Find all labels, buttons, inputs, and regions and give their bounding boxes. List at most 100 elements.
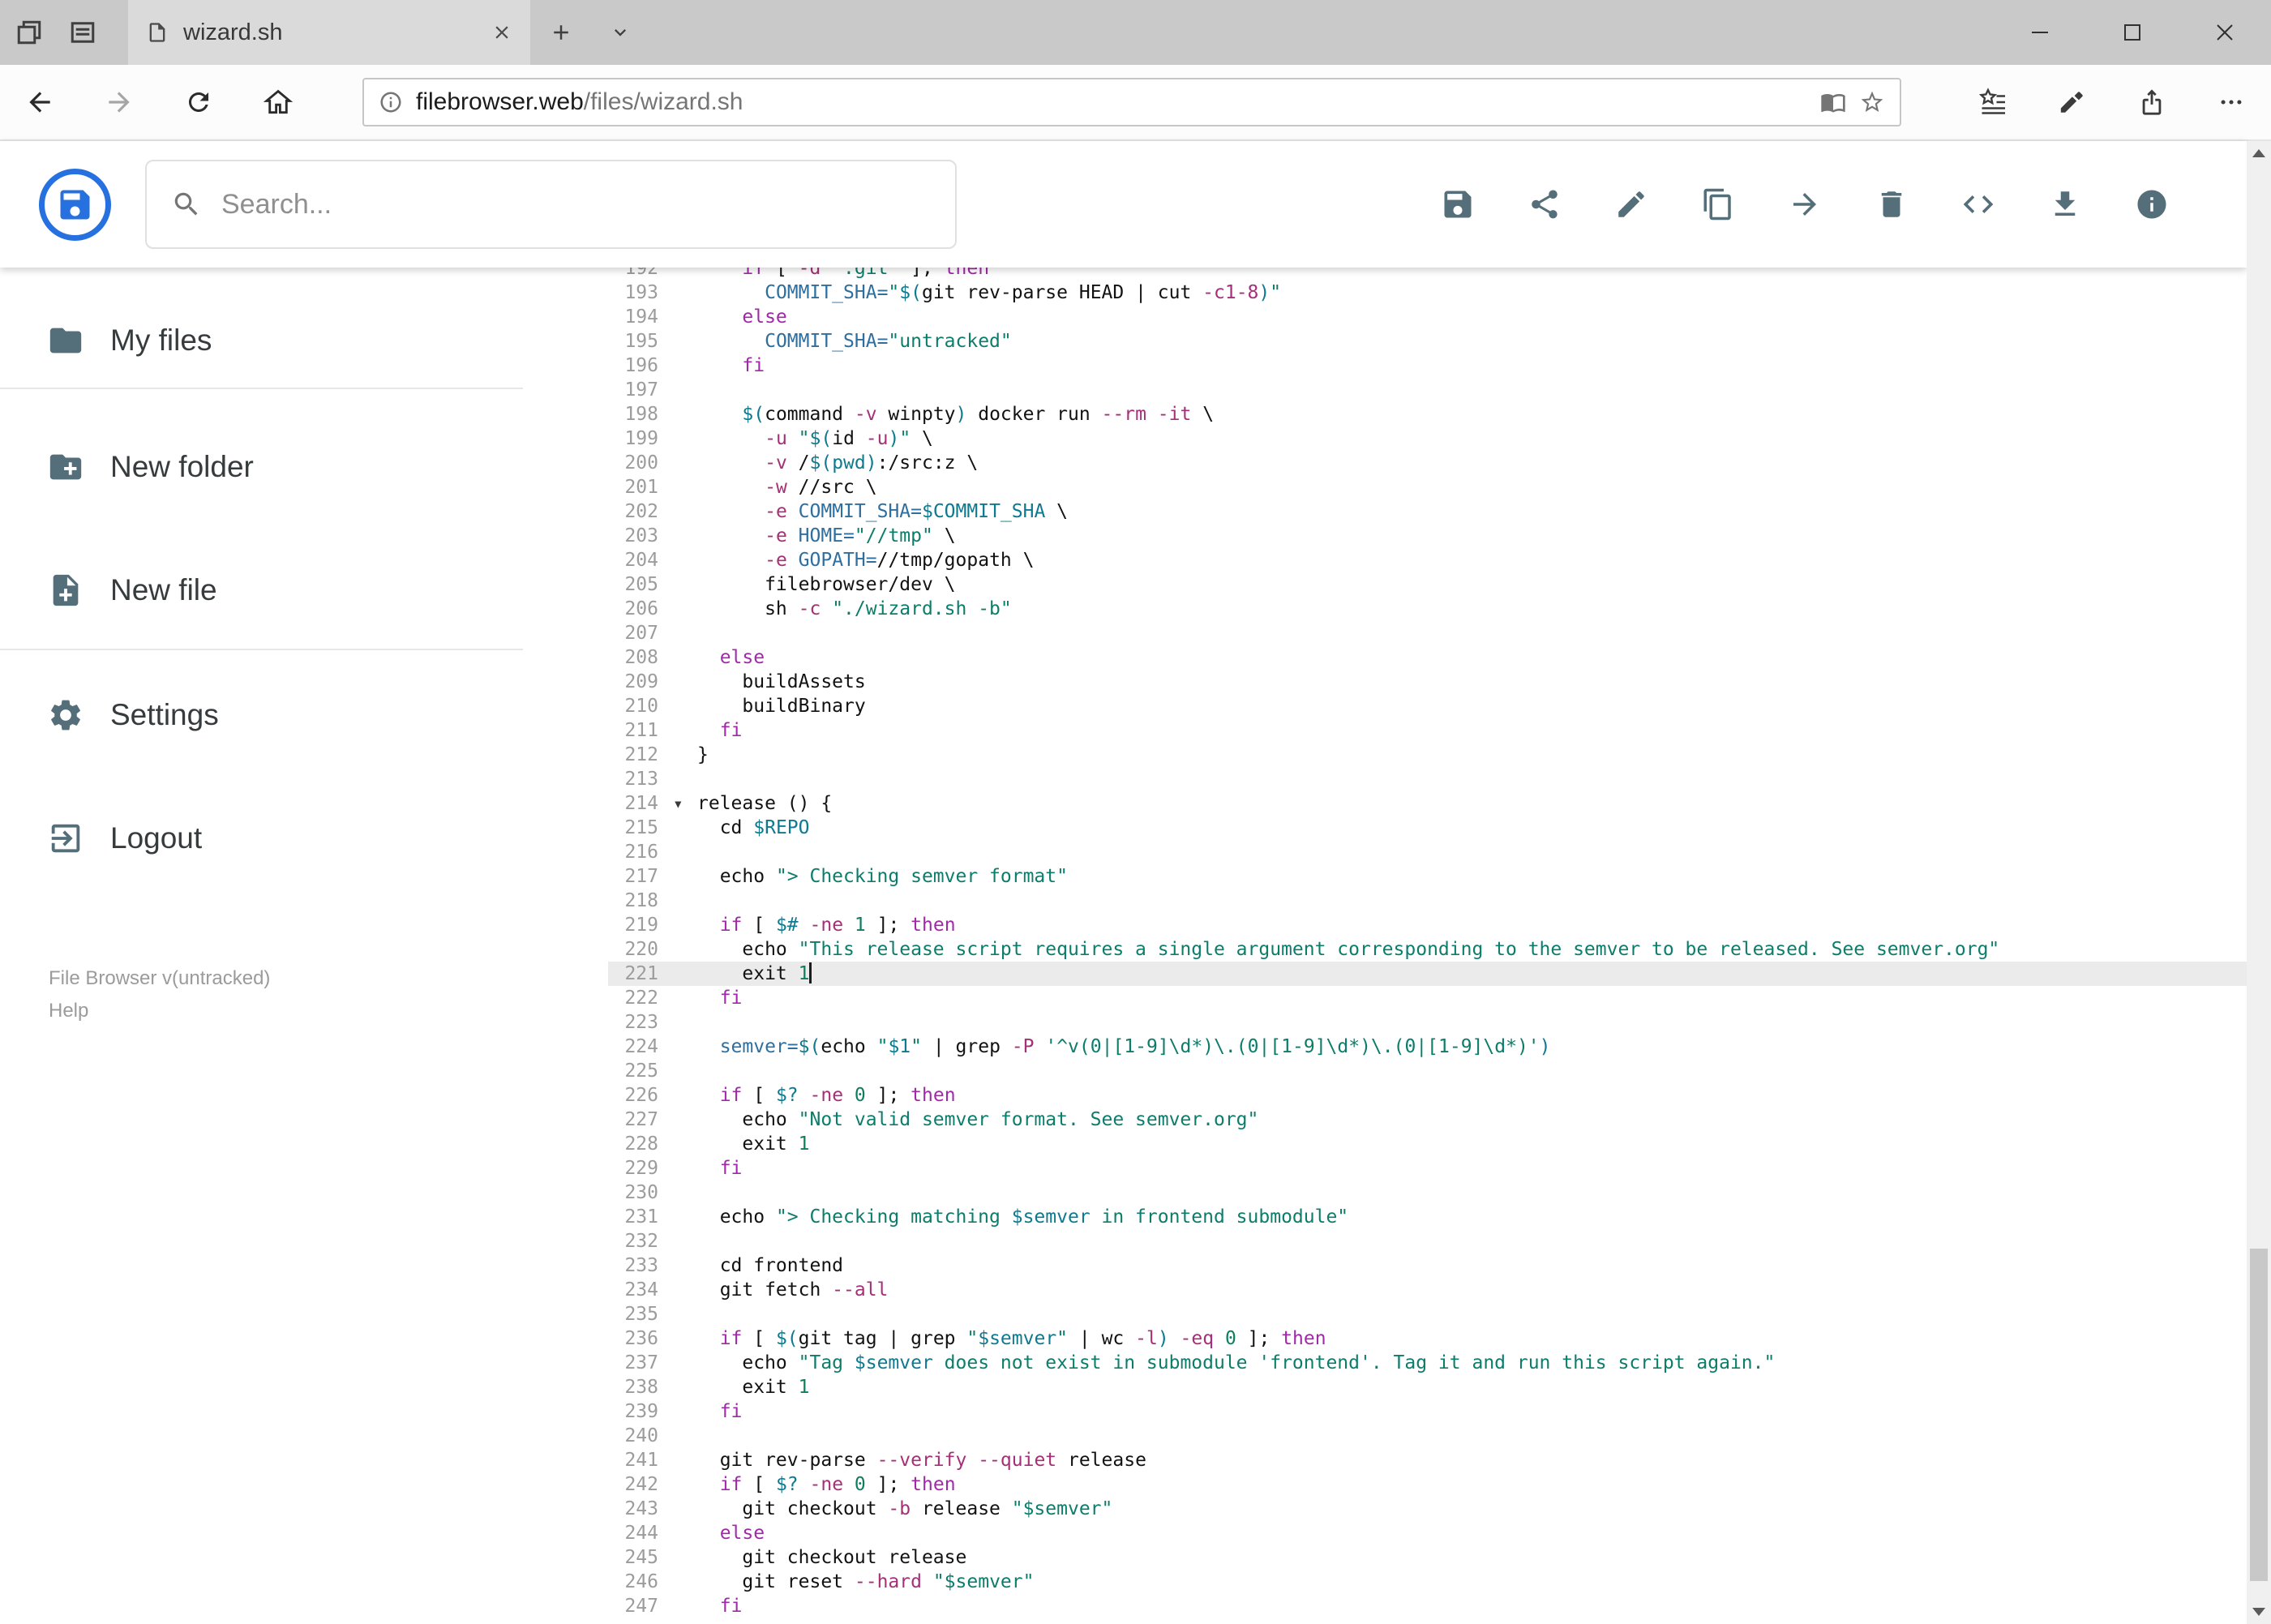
code-line[interactable]: 203 -e HOME="//tmp" \ <box>608 524 2247 548</box>
fold-arrow-icon[interactable]: ▾ <box>673 791 683 816</box>
code-line[interactable]: 215 cd $REPO <box>608 816 2247 840</box>
code-line[interactable]: 234 git fetch --all <box>608 1278 2247 1302</box>
code-line[interactable]: 208 else <box>608 645 2247 670</box>
code-line[interactable]: 227 echo "Not valid semver format. See s… <box>608 1108 2247 1132</box>
sidebar-item-new-folder[interactable]: New folder <box>0 439 523 495</box>
code-line[interactable]: 238 exit 1 <box>608 1375 2247 1399</box>
code-line[interactable]: 218 <box>608 889 2247 913</box>
edit-button[interactable] <box>1613 186 1649 222</box>
scroll-up-button[interactable] <box>2247 141 2271 165</box>
code-line[interactable]: 243 git checkout -b release "$semver" <box>608 1497 2247 1521</box>
set-tabs-aside-button[interactable] <box>15 18 44 47</box>
browser-share-button[interactable] <box>2112 65 2192 139</box>
code-line[interactable]: 196 fi <box>608 354 2247 378</box>
code-line[interactable]: 193 COMMIT_SHA="$(git rev-parse HEAD | c… <box>608 281 2247 305</box>
scrollbar-thumb[interactable] <box>2250 1249 2268 1581</box>
code-line[interactable]: 230 <box>608 1181 2247 1205</box>
reading-view-icon[interactable] <box>1820 89 1846 115</box>
help-link[interactable]: Help <box>49 995 523 1027</box>
code-line[interactable]: 206 sh -c "./wizard.sh -b" <box>608 597 2247 621</box>
code-line[interactable]: 222 fi <box>608 986 2247 1010</box>
code-line[interactable]: 239 fi <box>608 1399 2247 1424</box>
code-line[interactable]: 220 echo "This release script requires a… <box>608 937 2247 962</box>
address-bar[interactable]: filebrowser.web/files/wizard.sh <box>362 78 1901 126</box>
code-line[interactable]: 199 -u "$(id -u)" \ <box>608 426 2247 451</box>
sidebar-item-my-files[interactable]: My files <box>0 312 523 369</box>
code-line[interactable]: 226 if [ $? -ne 0 ]; then <box>608 1083 2247 1108</box>
code-line[interactable]: 192 if [ -d ".git" ]; then <box>608 268 2247 281</box>
saved-tabs-button[interactable] <box>68 18 97 47</box>
sidebar-item-new-file[interactable]: New file <box>0 562 523 619</box>
sidebar-item-settings[interactable]: Settings <box>0 687 523 743</box>
code-line[interactable]: 210 buildBinary <box>608 694 2247 718</box>
code-line[interactable]: 233 cd frontend <box>608 1253 2247 1278</box>
code-line[interactable]: 219 if [ $# -ne 1 ]; then <box>608 913 2247 937</box>
code-line[interactable]: 246 git reset --hard "$semver" <box>608 1570 2247 1594</box>
code-line[interactable]: 242 if [ $? -ne 0 ]; then <box>608 1472 2247 1497</box>
info-button[interactable] <box>2134 186 2170 222</box>
code-line[interactable]: 229 fi <box>608 1156 2247 1181</box>
code-line[interactable]: 197 <box>608 378 2247 402</box>
code-line[interactable]: 195 COMMIT_SHA="untracked" <box>608 329 2247 354</box>
close-window-button[interactable] <box>2179 0 2271 65</box>
app-logo[interactable] <box>36 166 114 243</box>
code-line[interactable]: 231 echo "> Checking matching $semver in… <box>608 1205 2247 1229</box>
code-line[interactable]: 217 echo "> Checking semver format" <box>608 864 2247 889</box>
tab-close-button[interactable] <box>491 22 512 43</box>
code-editor[interactable]: 192 if [ -d ".git" ]; then 193 COMMIT_SHA… <box>608 268 2247 1618</box>
code-line[interactable]: 202 -e COMMIT_SHA=$COMMIT_SHA \ <box>608 499 2247 524</box>
forward-button[interactable] <box>79 65 159 139</box>
maximize-button[interactable] <box>2086 0 2179 65</box>
download-button[interactable] <box>2047 186 2083 222</box>
code-line[interactable]: 212} <box>608 743 2247 767</box>
favorite-star-icon[interactable] <box>1859 89 1885 115</box>
sidebar-item-logout[interactable]: Logout <box>0 810 523 867</box>
code-line[interactable]: 205 filebrowser/dev \ <box>608 572 2247 597</box>
code-line[interactable]: 247 fi <box>608 1594 2247 1618</box>
minimize-button[interactable] <box>1994 0 2086 65</box>
search-input[interactable] <box>221 188 931 221</box>
code-line[interactable]: 194 else <box>608 305 2247 329</box>
code-line[interactable]: 216 <box>608 840 2247 864</box>
code-line[interactable]: 209 buildAssets <box>608 670 2247 694</box>
code-line[interactable]: 211 fi <box>608 718 2247 743</box>
code-line[interactable]: 245 git checkout release <box>608 1545 2247 1570</box>
move-button[interactable] <box>1787 186 1823 222</box>
code-line[interactable]: 236 if [ $(git tag | grep "$semver" | wc… <box>608 1326 2247 1351</box>
site-info-icon[interactable] <box>379 90 403 114</box>
code-line[interactable]: 240 <box>608 1424 2247 1448</box>
code-line[interactable]: 228 exit 1 <box>608 1132 2247 1156</box>
code-line[interactable]: 241 git rev-parse --verify --quiet relea… <box>608 1448 2247 1472</box>
code-line[interactable]: 237 echo "Tag $semver does not exist in … <box>608 1351 2247 1375</box>
tab-preview-toggle[interactable] <box>592 0 649 65</box>
annotate-button[interactable] <box>2033 65 2112 139</box>
delete-button[interactable] <box>1874 186 1909 222</box>
more-options-button[interactable] <box>2192 65 2271 139</box>
code-line[interactable]: 225 <box>608 1059 2247 1083</box>
code-line[interactable]: 221 exit 1 <box>608 962 2247 986</box>
source-code-button[interactable] <box>1960 186 1996 222</box>
back-button[interactable] <box>0 65 79 139</box>
code-line[interactable]: 232 <box>608 1229 2247 1253</box>
page-scrollbar[interactable] <box>2247 141 2271 1624</box>
code-line[interactable]: 201 -w //src \ <box>608 475 2247 499</box>
code-line[interactable]: 213 <box>608 767 2247 791</box>
code-line[interactable]: 235 <box>608 1302 2247 1326</box>
code-line[interactable]: 207 <box>608 621 2247 645</box>
refresh-button[interactable] <box>159 65 238 139</box>
code-line[interactable]: 204 -e GOPATH=//tmp/gopath \ <box>608 548 2247 572</box>
code-line[interactable]: 224 semver=$(echo "$1" | grep -P '^v(0|[… <box>608 1035 2247 1059</box>
search-box[interactable] <box>145 160 957 249</box>
code-line[interactable]: 214 ▾ release () { <box>608 791 2247 816</box>
favorites-hub-button[interactable] <box>1953 65 2033 139</box>
code-line[interactable]: 200 -v /$(pwd):/src:z \ <box>608 451 2247 475</box>
browser-tab[interactable]: wizard.sh <box>128 0 530 65</box>
code-line[interactable]: 198 $(command -v winpty) docker run --rm… <box>608 402 2247 426</box>
code-line[interactable]: 223 <box>608 1010 2247 1035</box>
scroll-down-button[interactable] <box>2247 1600 2271 1624</box>
code-line[interactable]: 244 else <box>608 1521 2247 1545</box>
home-button[interactable] <box>238 65 318 139</box>
new-tab-button[interactable] <box>530 0 592 65</box>
save-button[interactable] <box>1440 186 1476 222</box>
copy-button[interactable] <box>1700 186 1736 222</box>
